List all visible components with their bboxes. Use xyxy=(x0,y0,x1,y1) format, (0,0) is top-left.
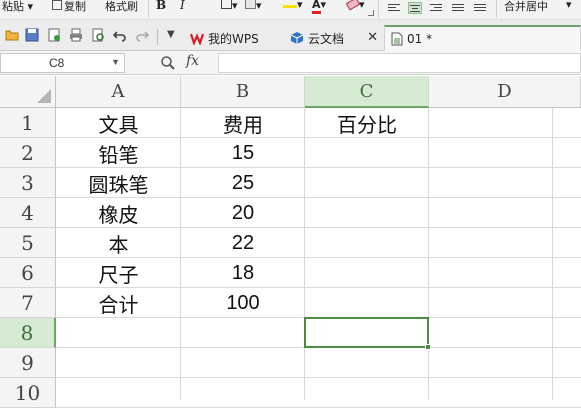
row-header-5[interactable]: 5 xyxy=(0,228,56,258)
row-header-3[interactable]: 3 xyxy=(0,168,56,198)
eraser-icon xyxy=(345,0,361,11)
sheet-doc-icon xyxy=(391,32,403,45)
redo-icon[interactable] xyxy=(135,28,149,42)
fill-color-icon xyxy=(245,0,256,9)
highlight-icon xyxy=(283,0,297,8)
print-icon[interactable] xyxy=(69,28,83,42)
font-color-button[interactable]: A▾ xyxy=(312,0,326,14)
tab-label: 01 * xyxy=(407,31,433,46)
row-header-9[interactable]: 9 xyxy=(0,348,56,378)
cell-b3[interactable]: 25 xyxy=(181,168,305,198)
fill-color-button[interactable]: ▾ xyxy=(245,0,262,12)
italic-button[interactable]: I xyxy=(180,0,185,12)
cell-b1[interactable]: 费用 xyxy=(181,108,305,138)
align-center-icon xyxy=(408,2,422,14)
cell-a6[interactable]: 尺子 xyxy=(56,258,181,288)
align-left-button[interactable] xyxy=(388,2,402,17)
cell-a3[interactable]: 圆珠笔 xyxy=(56,168,181,198)
cell-c1[interactable]: 百分比 xyxy=(305,108,429,138)
borders-icon xyxy=(221,0,232,9)
align-left-icon xyxy=(388,2,402,14)
cell-b2[interactable]: 15 xyxy=(181,138,305,168)
clear-format-button[interactable]: ▾ xyxy=(345,0,365,11)
open-folder-icon[interactable] xyxy=(5,28,19,42)
selected-cell-outline[interactable] xyxy=(304,317,429,348)
bold-button[interactable]: B xyxy=(156,0,166,12)
insert-function-button[interactable]: fx xyxy=(186,53,199,69)
distribute-button[interactable] xyxy=(474,2,488,17)
copy-button[interactable]: 复制 xyxy=(52,0,86,14)
cell-a5[interactable]: 本 xyxy=(56,228,181,258)
row-gridline xyxy=(56,377,581,378)
column-header-b[interactable]: B xyxy=(181,76,305,108)
cell-reference: C8 xyxy=(49,56,65,70)
fill-handle[interactable] xyxy=(425,344,431,350)
row-header-1[interactable]: 1 xyxy=(0,108,56,138)
cloud-doc-icon xyxy=(290,32,304,44)
save-as-icon[interactable] xyxy=(47,28,61,42)
ribbon-toolbar: 粘贴 ▾ 复制 格式刷 B I ▾ ▾ ▾ A▾ ▾ 合并居中 ▾ xyxy=(0,0,581,20)
column-header-c[interactable]: C xyxy=(305,76,429,108)
cell-a4[interactable]: 橡皮 xyxy=(56,198,181,228)
formula-bar: C8 ▼ fx xyxy=(0,51,581,75)
align-right-icon xyxy=(430,2,444,14)
column-gridline xyxy=(428,108,429,400)
chevron-down-icon[interactable]: ▼ xyxy=(111,57,120,67)
row-header-7[interactable]: 7 xyxy=(0,288,56,318)
row-header-4[interactable]: 4 xyxy=(0,198,56,228)
search-icon[interactable] xyxy=(160,55,176,71)
cell-b6[interactable]: 18 xyxy=(181,258,305,288)
column-gridline xyxy=(552,108,553,400)
cell-b5[interactable]: 22 xyxy=(181,228,305,258)
cell-b4[interactable]: 20 xyxy=(181,198,305,228)
select-all-button[interactable] xyxy=(0,76,56,108)
row-header-10[interactable]: 10 xyxy=(0,378,56,408)
cell-a2[interactable]: 铅笔 xyxy=(56,138,181,168)
cell-a1[interactable]: 文具 xyxy=(56,108,181,138)
column-header-d[interactable]: D xyxy=(429,76,581,108)
spreadsheet-grid: A B C D 1 2 3 4 5 6 7 8 9 10 文具 费用 百分比铅笔 15 圆珠笔 25 橡皮 20 本 22 尺子… xyxy=(0,76,581,408)
cell-b7[interactable]: 100 xyxy=(181,288,305,318)
column-header-a[interactable]: A xyxy=(56,76,181,108)
tab-my-wps[interactable]: 我的WPS xyxy=(184,25,284,51)
quick-access-dropdown-icon[interactable]: ▼ xyxy=(167,29,175,40)
paste-button[interactable]: 粘贴 ▾ xyxy=(2,0,33,14)
merge-center-button[interactable]: 合并居中 xyxy=(504,0,548,14)
cell-a7[interactable]: 合计 xyxy=(56,288,181,318)
tab-bar: ▼ 我的WPS 云文档 ✕ 01 * xyxy=(0,20,581,51)
wps-logo-icon xyxy=(190,33,204,45)
row-header-2[interactable]: 2 xyxy=(0,138,56,168)
row-header-8[interactable]: 8 xyxy=(0,318,56,348)
formula-input[interactable] xyxy=(218,53,581,73)
tab-label: 云文档 xyxy=(308,31,345,46)
font-color-icon: A xyxy=(312,0,321,14)
align-center-button[interactable] xyxy=(408,2,422,17)
save-icon[interactable] xyxy=(25,28,39,42)
format-painter-button[interactable]: 格式刷 xyxy=(105,0,138,14)
name-box[interactable]: C8 ▼ xyxy=(0,53,125,73)
copy-icon xyxy=(52,0,62,10)
close-icon[interactable]: ✕ xyxy=(367,30,378,45)
font-dialog-launcher[interactable] xyxy=(368,10,374,16)
align-right-button[interactable] xyxy=(430,2,444,17)
justify-icon xyxy=(452,2,466,14)
merge-dropdown-icon[interactable]: ▾ xyxy=(566,0,572,11)
distribute-icon xyxy=(474,2,488,14)
tab-label: 我的WPS xyxy=(208,31,259,46)
print-preview-icon[interactable] xyxy=(91,28,105,42)
highlight-button[interactable]: ▾ xyxy=(283,0,303,11)
borders-button[interactable]: ▾ xyxy=(221,0,238,12)
tab-workbook-01[interactable]: 01 * xyxy=(384,25,581,51)
tab-cloud-docs[interactable]: 云文档 ✕ xyxy=(284,25,384,51)
justify-button[interactable] xyxy=(452,2,466,17)
row-header-6[interactable]: 6 xyxy=(0,258,56,288)
undo-icon[interactable] xyxy=(113,28,127,42)
